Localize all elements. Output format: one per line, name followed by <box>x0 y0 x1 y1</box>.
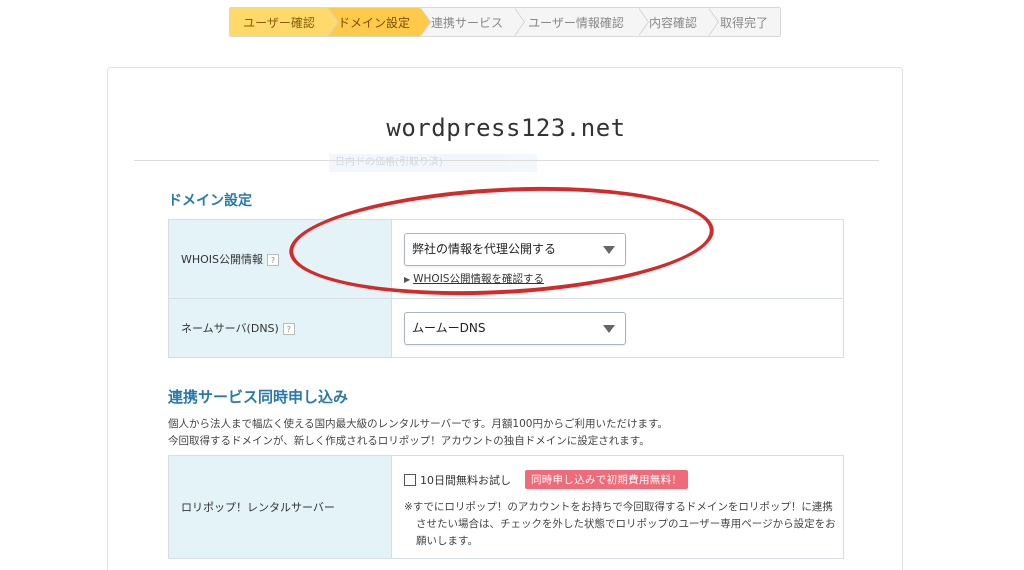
lolipop-value-cell: 10日間無料お試し 同時申し込みで初期費用無料！ ※すでにロリポップ！のアカウン… <box>391 455 844 559</box>
trial-label[interactable]: 10日間無料お試し <box>420 472 511 488</box>
dns-label: ネームサーバ(DNS) <box>181 322 279 335</box>
step-label: ユーザー確認 <box>243 15 315 30</box>
whois-row: WHOIS公開情報? 弊社の情報を代理公開する ▶ WHOIS公開情報を確認する <box>168 219 844 299</box>
step-domain-settings: ドメイン設定 <box>328 8 431 36</box>
domain-settings-table: WHOIS公開情報? 弊社の情報を代理公開する ▶ WHOIS公開情報を確認する … <box>168 219 844 358</box>
free-setup-badge: 同時申し込みで初期費用無料！ <box>525 470 689 489</box>
dns-label-cell: ネームサーバ(DNS)? <box>168 298 392 358</box>
triangle-down-icon <box>603 245 615 254</box>
progress-steps: ユーザー確認 ドメイン設定 連携サービス ユーザー情報確認 内容確認 取得完了 <box>229 7 781 37</box>
lolipop-note: ※すでにロリポップ！のアカウントをお持ちで今回取得するドメインをロリポップ！に連… <box>404 501 836 547</box>
description-line-1: 個人から法人まで幅広く使える国内最大級のレンタルサーバーです。月額100円からご… <box>168 418 668 430</box>
dns-selected-value: ムームーDNS <box>412 320 486 335</box>
whois-value-cell: 弊社の情報を代理公開する ▶ WHOIS公開情報を確認する <box>391 219 844 299</box>
dns-row: ネームサーバ(DNS)? ムームーDNS <box>168 298 844 358</box>
question-mark-icon[interactable]: ? <box>267 254 280 266</box>
trial-checkbox-row: 10日間無料お試し 同時申し込みで初期費用無料！ <box>404 470 843 489</box>
step-user-confirm: ユーザー確認 <box>230 8 339 36</box>
step-user-info-confirm: ユーザー情報確認 <box>514 8 649 36</box>
lolipop-row: ロリポップ！レンタルサーバー 10日間無料お試し 同時申し込みで初期費用無料！ … <box>168 455 844 559</box>
step-linked-services: 連携サービス <box>420 8 525 36</box>
dns-value-cell: ムームーDNS <box>391 298 844 358</box>
description-line-2: 今回取得するドメインが、新しく作成されるロリポップ！アカウントの独自ドメインに設… <box>168 435 650 447</box>
faint-overlay-text: 日内ドの価格(引取り済) <box>329 154 537 172</box>
trial-checkbox[interactable] <box>404 473 416 486</box>
lolipop-label: ロリポップ！レンタルサーバー <box>181 501 335 514</box>
linked-services-heading: 連携サービス同時申し込み <box>168 388 349 406</box>
whois-label-cell: WHOIS公開情報? <box>168 219 392 299</box>
dns-select[interactable]: ムームーDNS <box>404 311 626 345</box>
whois-label: WHOIS公開情報 <box>181 253 264 266</box>
triangle-right-icon: ▶ <box>404 274 411 284</box>
whois-confirm-link[interactable]: ▶ WHOIS公開情報を確認する <box>404 271 843 286</box>
domain-name-title: wordpress123.net <box>386 114 626 142</box>
step-label: 連携サービス <box>430 15 503 30</box>
domain-settings-heading: ドメイン設定 <box>168 193 252 209</box>
lolipop-label-cell: ロリポップ！レンタルサーバー <box>168 455 392 559</box>
step-label: 内容確認 <box>648 15 697 30</box>
question-mark-icon[interactable]: ? <box>282 323 295 335</box>
step-label: ドメイン設定 <box>337 15 410 30</box>
whois-select[interactable]: 弊社の情報を代理公開する <box>404 232 626 266</box>
linked-services-description: 個人から法人まで幅広く使える国内最大級のレンタルサーバーです。月額100円からご… <box>168 416 668 450</box>
whois-confirm-link-text[interactable]: WHOIS公開情報を確認する <box>413 273 544 285</box>
step-label: 取得完了 <box>719 15 768 30</box>
step-label: ユーザー情報確認 <box>528 15 624 30</box>
triangle-down-icon <box>603 324 615 333</box>
linked-services-table: ロリポップ！レンタルサーバー 10日間無料お試し 同時申し込みで初期費用無料！ … <box>168 455 844 559</box>
whois-selected-value: 弊社の情報を代理公開する <box>412 241 557 256</box>
title-divider <box>134 160 879 161</box>
domain-card: wordpress123.net 日内ドの価格(引取り済) ドメイン設定 WHO… <box>107 67 903 570</box>
